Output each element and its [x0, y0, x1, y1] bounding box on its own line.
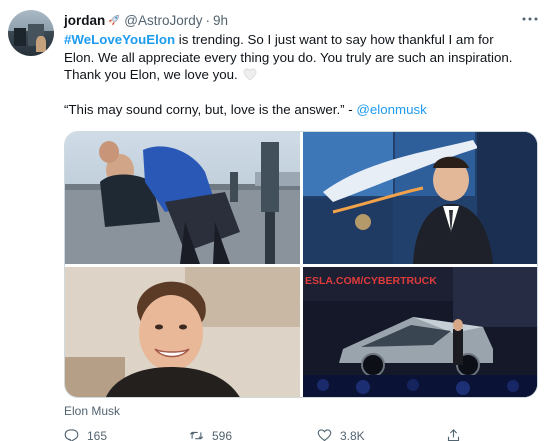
media-grid[interactable]: ESLA.COM/CYBERTRUCK [64, 131, 538, 398]
tweet-text: #WeLoveYouElon is trending. So I just wa… [64, 31, 542, 119]
tweet-header: jordan @AstroJordy · 9h [64, 11, 228, 29]
tweet-line-2: Elon. We all appreciate every thing you … [64, 49, 513, 65]
tweet-actions: 165 596 3.8K [64, 428, 484, 441]
heart-icon [317, 429, 332, 441]
retweet-button[interactable]: 596 [189, 428, 232, 441]
retweet-count: 596 [212, 428, 233, 441]
rocket-emoji-icon [109, 14, 120, 26]
author-name[interactable]: jordan [64, 13, 105, 28]
separator-dot: · [205, 12, 211, 28]
tweet-timestamp[interactable]: 9h [213, 13, 228, 28]
more-options-icon[interactable] [520, 11, 540, 27]
reply-icon [64, 429, 79, 441]
tweet-line-1: #WeLoveYouElon is trending. So I just wa… [64, 32, 494, 47]
photo-2[interactable] [303, 132, 537, 264]
tweet-line-3: Thank you Elon, we love you. [64, 66, 542, 84]
like-count: 3.8K [340, 428, 365, 441]
photo-1[interactable] [65, 132, 300, 264]
avatar[interactable] [8, 10, 54, 56]
tweet-quote-line: “This may sound corny, but, love is the … [64, 102, 427, 118]
cybertruck-banner-text: ESLA.COM/CYBERTRUCK [305, 275, 437, 287]
retweet-icon [189, 431, 204, 440]
share-icon [447, 429, 460, 441]
share-button[interactable] [446, 428, 461, 441]
hashtag-link[interactable]: #WeLoveYouElon [64, 32, 175, 47]
like-button[interactable]: 3.8K [317, 428, 365, 441]
reply-button[interactable]: 165 [64, 428, 107, 441]
white-heart-emoji-icon [243, 68, 257, 81]
reply-count: 165 [87, 428, 108, 441]
media-caption: Elon Musk [64, 404, 121, 418]
author-handle[interactable]: @AstroJordy [124, 13, 202, 28]
tweet[interactable]: jordan @AstroJordy · 9h #WeLoveYouElon i… [0, 0, 548, 441]
photo-3[interactable] [65, 267, 300, 397]
photo-4[interactable]: ESLA.COM/CYBERTRUCK [303, 267, 537, 397]
mention-link[interactable]: @elonmusk [356, 102, 426, 117]
